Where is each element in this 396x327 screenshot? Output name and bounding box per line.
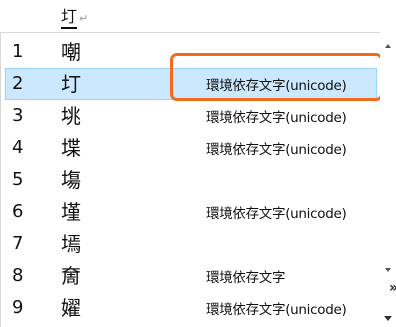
candidate-number: 8 <box>12 265 24 286</box>
candidate-item[interactable]: 5 塲 <box>1 164 381 196</box>
candidate-note: 環境依存文字(unicode) <box>206 142 347 158</box>
page-down-icon[interactable] <box>385 268 391 272</box>
candidate-number: 4 <box>12 137 24 158</box>
candidate-item[interactable]: 3 垗 環境依存文字(unicode) <box>1 100 381 132</box>
candidate-note: 環境依存文字(unicode) <box>206 206 347 222</box>
composition-text: 圢 <box>61 7 78 29</box>
candidate-item[interactable]: 9 嬥 環境依存文字(unicode) <box>1 292 381 324</box>
candidate-kanji: 嘲 <box>61 40 81 64</box>
candidate-kanji: 塲 <box>61 168 81 192</box>
expand-candidates-icon[interactable]: » <box>389 281 396 295</box>
candidate-number: 6 <box>12 201 24 222</box>
candidate-number: 3 <box>12 105 24 126</box>
candidate-number: 7 <box>12 233 24 254</box>
annotation-highlight-box <box>170 53 383 101</box>
candidate-item[interactable]: 6 墐 環境依存文字(unicode) <box>1 196 381 228</box>
candidate-number: 9 <box>12 297 24 318</box>
composition-string: 圢 ↵ <box>61 4 88 30</box>
candidate-kanji: 嬥 <box>61 296 81 320</box>
candidate-kanji: 奝 <box>61 264 81 288</box>
candidate-note: 環境依存文字(unicode) <box>206 302 347 318</box>
candidate-note: 環境依存文字 <box>206 270 286 286</box>
candidate-number: 1 <box>12 41 24 62</box>
candidate-kanji: 墕 <box>61 232 81 256</box>
candidate-item[interactable]: 4 堞 環境依存文字(unicode) <box>1 132 381 164</box>
candidate-kanji: 墐 <box>61 200 81 224</box>
candidate-kanji: 圢 <box>61 72 81 96</box>
return-mark-icon: ↵ <box>79 12 89 25</box>
candidate-kanji: 垗 <box>61 104 81 128</box>
candidate-number: 2 <box>12 73 24 94</box>
candidate-note: 環境依存文字(unicode) <box>206 110 347 126</box>
scroll-up-icon[interactable] <box>385 44 391 48</box>
candidate-item[interactable]: 8 奝 環境依存文字 <box>1 260 381 292</box>
scroll-down-icon[interactable] <box>384 316 392 321</box>
candidate-item[interactable]: 7 墕 <box>1 228 381 260</box>
candidate-kanji: 堞 <box>61 136 81 160</box>
candidate-number: 5 <box>12 169 24 190</box>
ime-candidate-screen: 圢 ↵ 1 嘲 2 圢 環境依存文字(unicode) 3 垗 環境依存文字(un… <box>0 0 396 327</box>
